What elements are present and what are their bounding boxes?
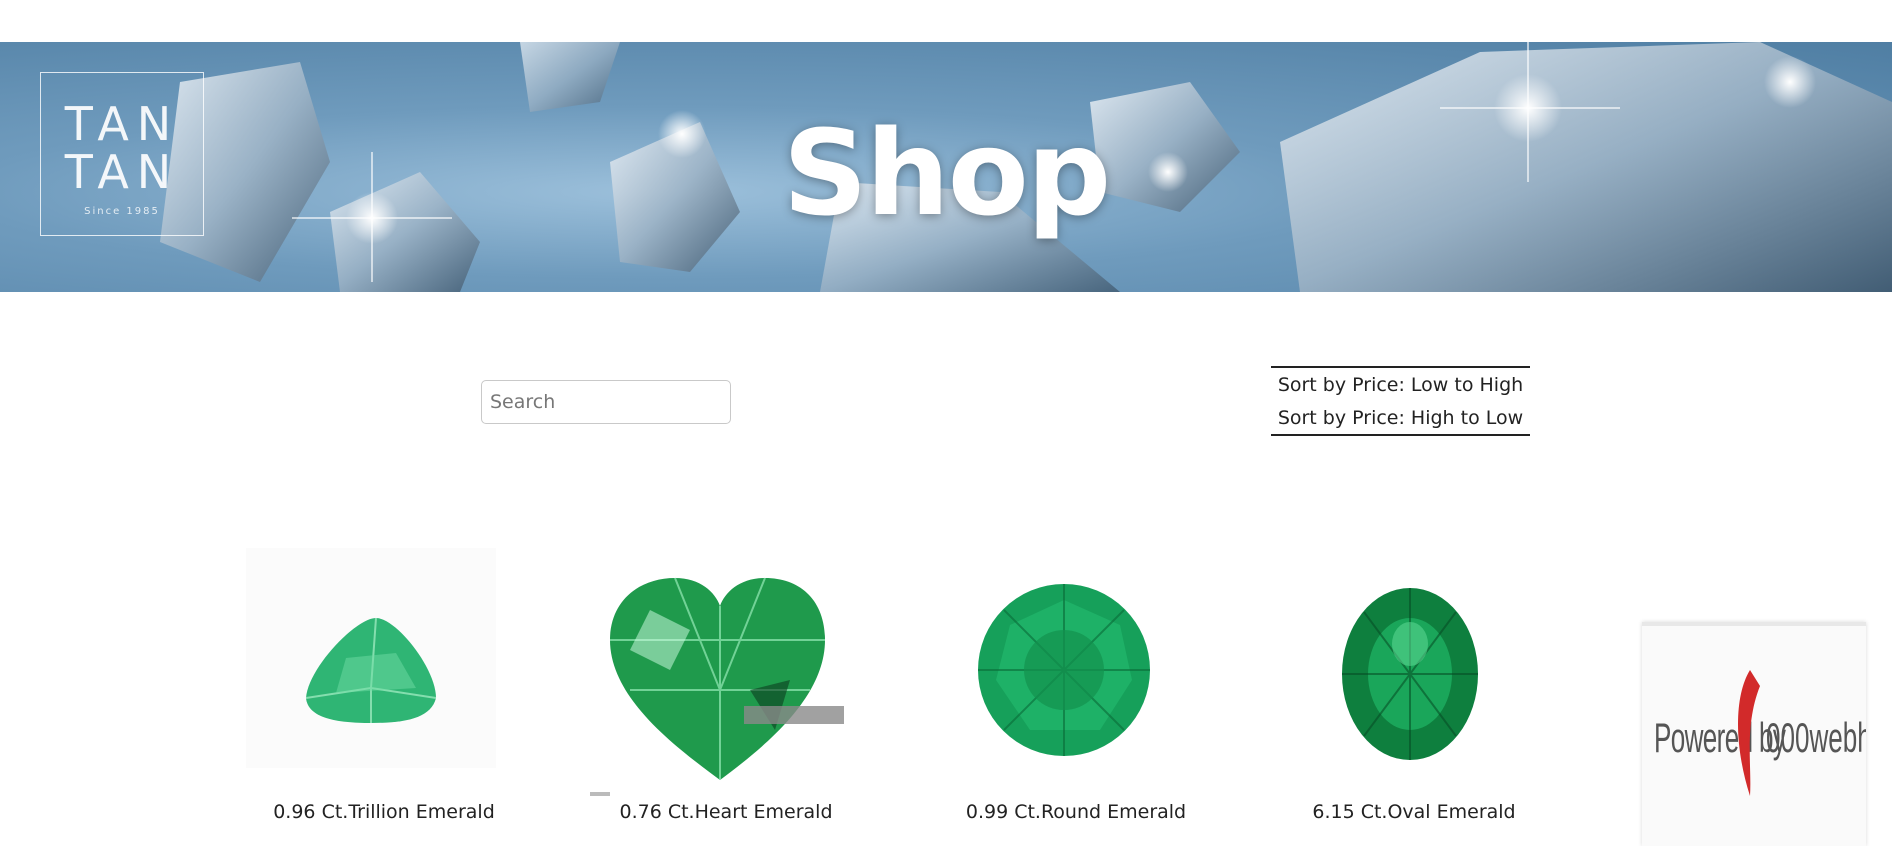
search-input[interactable] (481, 380, 731, 424)
powered-by-badge[interactable]: Powered by 000webhost (1642, 622, 1866, 846)
page-title: Shop (782, 104, 1112, 242)
badge-webhost-text: 000webhost (1766, 714, 1866, 761)
product-name-round[interactable]: 0.99 Ct.Round Emerald (926, 801, 1226, 823)
hero-banner: TAN TAN Since 1985 Shop (0, 42, 1892, 292)
oval-emerald-image[interactable] (1334, 584, 1494, 774)
product-name-oval[interactable]: 6.15 Ct.Oval Emerald (1264, 801, 1564, 823)
round-emerald-image[interactable] (960, 580, 1170, 780)
heart-emerald-image[interactable] (590, 570, 850, 800)
sort-options: Sort by Price: Low to High Sort by Price… (1271, 366, 1530, 436)
webhost-logo-icon (1738, 670, 1760, 796)
product-name-heart[interactable]: 0.76 Ct.Heart Emerald (576, 801, 876, 823)
trillion-emerald-image[interactable] (246, 548, 496, 768)
sort-high-to-low-option[interactable]: Sort by Price: High to Low (1271, 402, 1530, 435)
product-name-trillion[interactable]: 0.96 Ct.Trillion Emerald (234, 801, 534, 823)
sort-low-to-high-option[interactable]: Sort by Price: Low to High (1271, 369, 1530, 402)
